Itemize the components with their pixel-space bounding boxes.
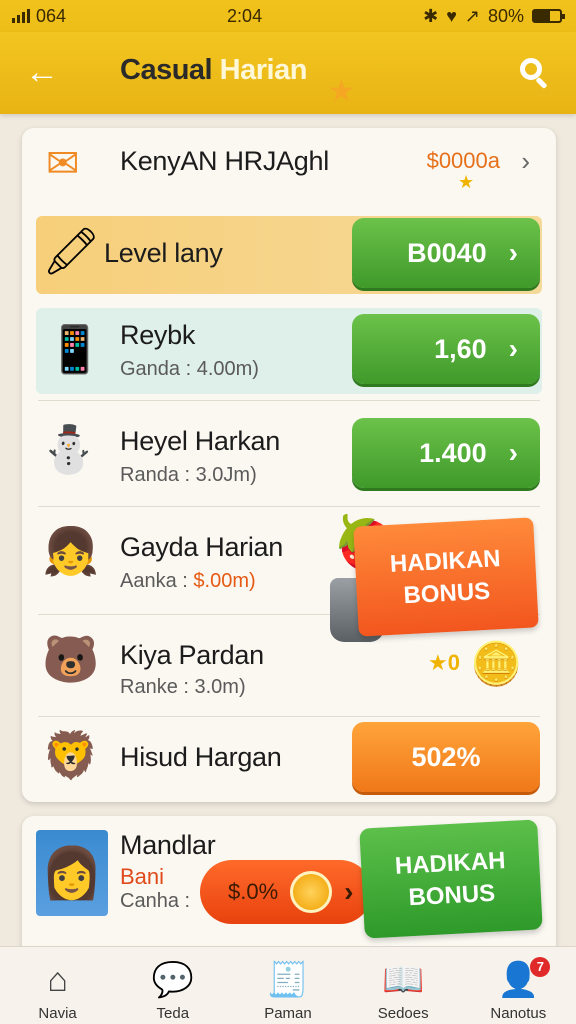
girl-avatar-icon: 👧	[42, 525, 100, 577]
register-icon: 🧾	[266, 961, 310, 999]
reward-button[interactable]: B0040 ›	[352, 218, 540, 288]
page-title: Casual Harian	[120, 54, 307, 86]
divider	[38, 400, 540, 401]
chevron-right-icon: ›	[344, 876, 354, 907]
item-amount: $0000a	[426, 148, 500, 173]
bonus-tag[interactable]: HADIKAN BONUS	[353, 517, 539, 637]
bonus-banner[interactable]: HADIKAH BONUS	[359, 819, 543, 939]
chat-icon: 💬	[151, 961, 194, 999]
battery-icon	[532, 9, 565, 23]
star-icon: ★	[328, 75, 355, 108]
wifi-icon: ♥	[446, 5, 457, 26]
profile-icon: 👤	[497, 961, 540, 999]
status-time: 2:04	[227, 5, 263, 26]
item-title: Kiya Pardan	[120, 640, 264, 670]
signal-icon	[12, 9, 30, 23]
book-icon: 📖	[381, 961, 425, 999]
chevron-right-icon: ›	[508, 237, 518, 268]
bear-avatar-icon: 🐻	[42, 633, 100, 685]
nav-item-profile[interactable]: 👤 7 Nanotus	[468, 957, 568, 1022]
item-title: Level lany	[104, 238, 223, 268]
coin-icon	[290, 871, 333, 913]
divider	[38, 506, 540, 507]
woman-avatar-icon: 👩	[36, 830, 108, 916]
item-subtitle: Ranke : 3.0m)	[120, 676, 246, 698]
nav-item-chat[interactable]: 💬 Teda	[123, 961, 223, 1022]
divider	[38, 716, 540, 717]
item-title: Heyel Harkan	[120, 426, 280, 456]
tablet-icon: 📱	[46, 323, 104, 375]
snowman-icon: ⛄	[40, 423, 98, 475]
back-button[interactable]: ←	[22, 52, 62, 92]
home-icon: ⌂	[47, 961, 68, 999]
item-subtitle: Bani	[120, 864, 165, 889]
item-title: Mandlar	[120, 830, 216, 860]
nav-item-home[interactable]: ⌂ Navia	[8, 961, 108, 1022]
star-icon: ★	[458, 172, 475, 192]
item-subtitle: Aanka : $.00m)	[120, 570, 256, 592]
bluetooth-icon: ✱	[423, 5, 439, 26]
search-button[interactable]	[514, 52, 554, 92]
reward-button[interactable]: 1,60 ›	[352, 314, 540, 384]
task-list-card: ✉ KenyAN HRJAghl $0000a › ★ 🖍 Level lany…	[22, 128, 556, 802]
chevron-right-icon: ›	[508, 333, 518, 364]
coin-counter: ★0	[428, 650, 460, 675]
list-item[interactable]: ✉ KenyAN HRJAghl $0000a › ★	[22, 128, 556, 210]
item-subtitle: Ganda : 4.00m)	[120, 358, 259, 380]
percent-button[interactable]: 502%	[352, 722, 540, 792]
carrier-label: 064	[36, 5, 67, 26]
chevron-right-icon: ›	[508, 437, 518, 468]
nav-item-book[interactable]: 📖 Sedoes	[353, 961, 453, 1022]
item-title: KenyAN HRJAghl	[120, 146, 329, 176]
status-bar: 064 2:04 ✱ ♥ ↗ 80%	[0, 0, 576, 32]
nav-item-register[interactable]: 🧾 Paman	[238, 961, 338, 1022]
chevron-right-icon[interactable]: ›	[521, 146, 530, 177]
coins-icon: 🪙	[470, 640, 523, 687]
reward-button[interactable]: 1.400 ›	[352, 418, 540, 488]
lion-avatar-icon: 🦁	[42, 729, 100, 781]
item-title: Reybk	[120, 320, 196, 350]
item-subtitle: Randa : 3.0Jm)	[120, 464, 257, 486]
battery-percent: 80%	[487, 5, 524, 26]
item-subtitle-2: Canha :	[120, 890, 191, 912]
item-title: Hisud Hargan	[120, 742, 282, 772]
app-header: ← Casual Harian ★	[0, 32, 576, 114]
item-title: Gayda Harian	[120, 532, 283, 562]
back-arrow-icon: ←	[25, 53, 59, 91]
promo-button[interactable]: $.0% ›	[200, 860, 372, 924]
promo-card: 👩 Mandlar Bani Canha : $.0% › HADIKAH BO…	[22, 816, 556, 956]
arrow-icon: ↗	[464, 5, 480, 26]
envelope-icon: ✉	[46, 142, 80, 186]
pencil-cup-icon: 🖍	[42, 225, 101, 277]
bottom-nav: ⌂ Navia 💬 Teda 🧾 Paman 📖 Sedoes 👤 7 Nano…	[0, 946, 576, 1024]
